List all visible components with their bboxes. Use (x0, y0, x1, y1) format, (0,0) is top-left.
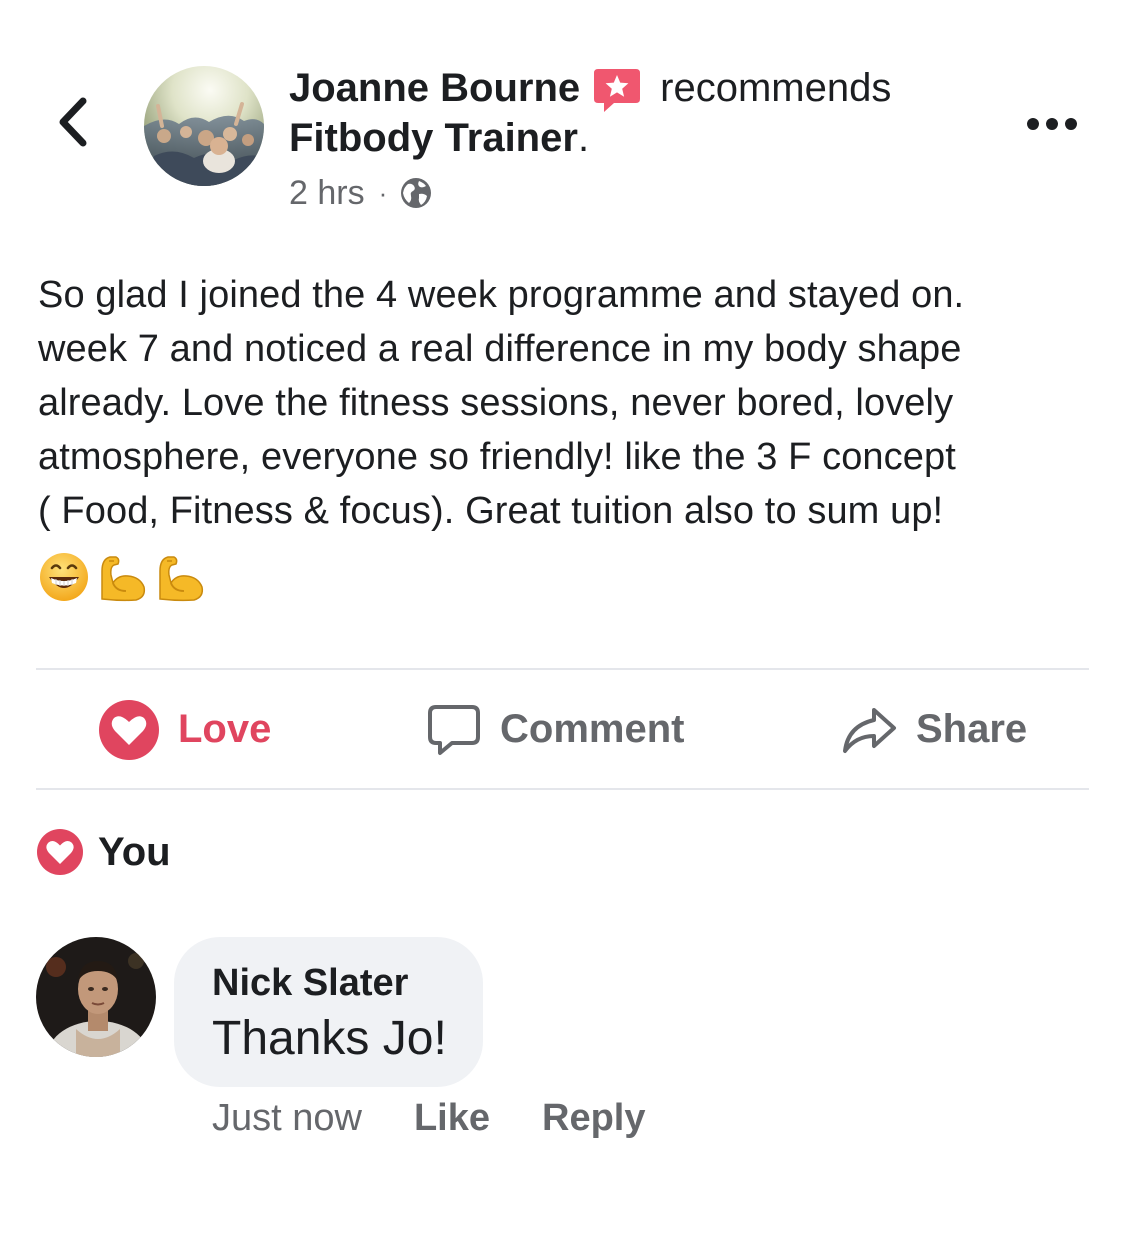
author-avatar-image (144, 66, 264, 186)
comment-timestamp: Just now (212, 1097, 362, 1139)
share-arrow-icon (843, 707, 896, 753)
comment-author[interactable]: Nick Slater (212, 959, 483, 1007)
meta-separator: · (378, 178, 388, 208)
page-line: Fitbody Trainer. (289, 112, 589, 164)
author-name[interactable]: Joanne Bourne (289, 62, 580, 114)
post-timestamp[interactable]: 2 hrs (289, 172, 365, 214)
post-header-line: Joanne Bourne recommends (289, 62, 891, 114)
chevron-left-icon (59, 97, 87, 147)
page-name-link[interactable]: Fitbody Trainer (289, 116, 578, 160)
heart-reaction-icon (99, 699, 159, 760)
comment-label: Comment (500, 707, 685, 751)
back-button[interactable] (48, 92, 98, 152)
comment-reply-button[interactable]: Reply (542, 1094, 645, 1142)
comment-meta: Just now Like Reply (212, 1094, 646, 1142)
love-label: Love (178, 707, 272, 751)
comment-bubble[interactable]: Nick Slater Thanks Jo! (174, 937, 483, 1087)
share-button[interactable]: Share (840, 671, 1027, 788)
author-avatar[interactable] (144, 66, 264, 186)
grinning-face-emoji (40, 553, 88, 601)
post-meta: 2 hrs · (289, 172, 433, 214)
globe-icon[interactable] (399, 176, 433, 210)
flexed-biceps-emoji (159, 556, 204, 602)
comment-bubble-icon (428, 704, 480, 755)
reaction-summary-label: You (98, 829, 171, 874)
page-name-suffix: . (577, 116, 590, 160)
comment-button[interactable]: Comment (426, 671, 684, 788)
share-label: Share (916, 707, 1028, 751)
action-bar-top-divider (36, 668, 1089, 670)
commenter-avatar-image (36, 937, 156, 1057)
recommendation-star-icon (592, 65, 642, 115)
action-bar-bottom-divider (36, 788, 1089, 790)
more-options-button[interactable] (1022, 104, 1082, 144)
comment-text: Thanks Jo! (212, 1012, 447, 1065)
more-dots-icon (1027, 118, 1077, 130)
reaction-summary[interactable]: You (36, 827, 171, 877)
flexed-biceps-emoji (101, 556, 146, 602)
commenter-avatar[interactable] (36, 937, 156, 1057)
comment-like-button[interactable]: Like (414, 1094, 490, 1142)
recommends-text: recommends (660, 66, 892, 110)
heart-reaction-icon (37, 829, 83, 875)
post-emoji-row (38, 551, 206, 603)
post-action-bar: Love Comment Share (36, 671, 1089, 788)
love-button[interactable]: Love (98, 671, 271, 788)
post-body-text: So glad I joined the 4 week programme an… (38, 274, 965, 532)
